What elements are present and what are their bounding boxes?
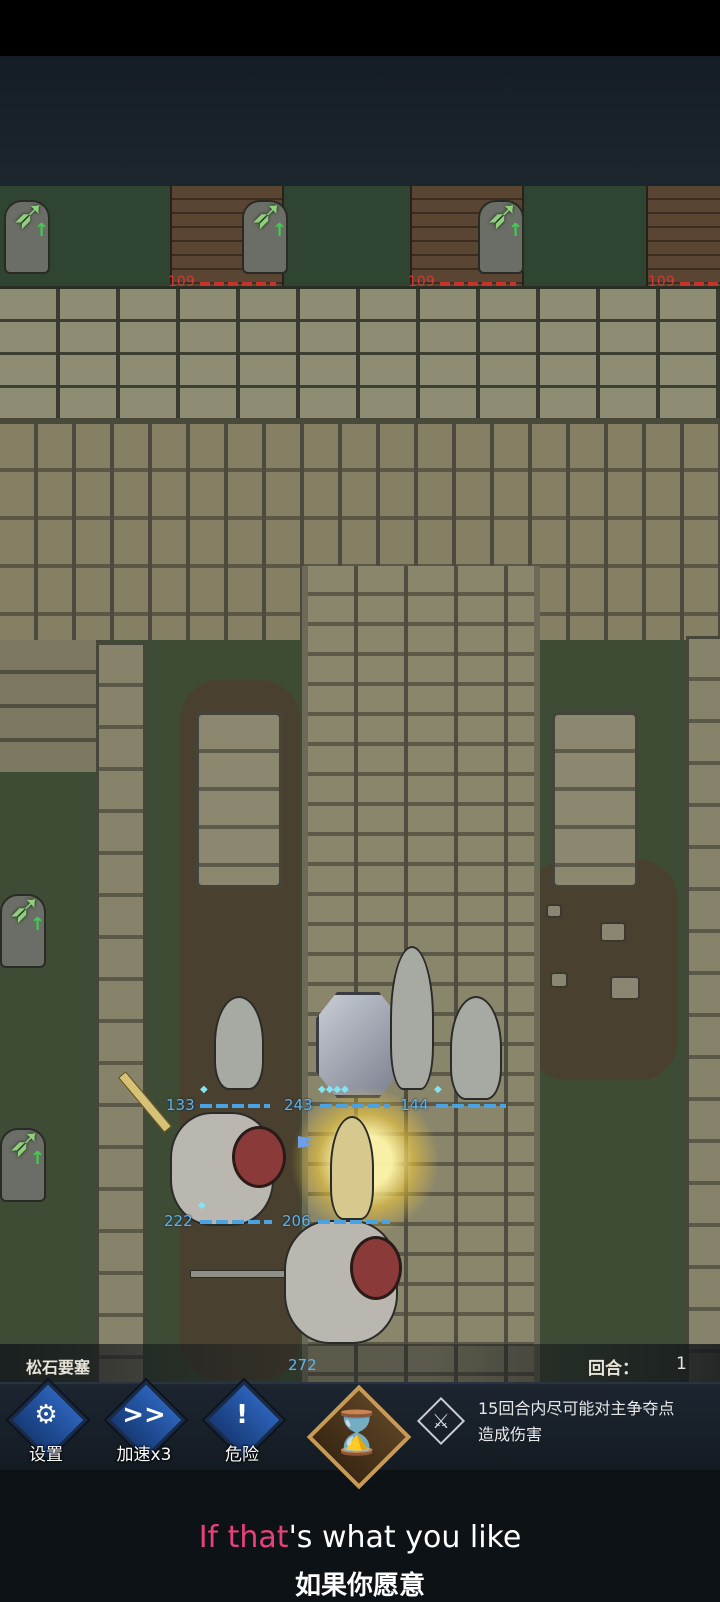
enemy-archer[interactable]: ➶ ↑: [0, 1114, 56, 1204]
buff-arrow-icon: ↑: [30, 914, 46, 935]
exclamation-icon: !: [236, 1400, 248, 1430]
dirt-patch: [528, 860, 678, 1080]
ally-hp-bar: [200, 1104, 270, 1108]
ally-hp-bar: [436, 1104, 506, 1108]
ally-lute-soldier[interactable]: [214, 996, 264, 1090]
gem-icon: ◆◆◆◆: [318, 1084, 349, 1095]
buff-arrow-icon: ↑: [30, 1148, 46, 1169]
left-wall-block: [0, 640, 100, 772]
enemy-archer[interactable]: ➶ ↑: [464, 186, 534, 276]
battlefield[interactable]: ➶ ↑ ➶ ↑ ➶ ↑ 109 109 109 ➶ ↑ ➶ ↑ 133 ◆ 24…: [0, 186, 720, 1382]
buff-arrow-icon: ↑: [272, 220, 288, 241]
round-counter: 1: [676, 1354, 687, 1374]
ally-hp-value: 243: [284, 1096, 313, 1114]
ally-hp-bar: [318, 1220, 390, 1224]
round-shield: [232, 1126, 286, 1188]
subtitle-chinese: 如果你愿意: [294, 1571, 425, 1601]
subtitle-rest: 's what you like: [288, 1520, 522, 1555]
gem-icon: ◆: [434, 1084, 442, 1095]
ally-hero[interactable]: [330, 1116, 374, 1220]
right-outer-wall: [686, 636, 720, 1382]
enemy-archer[interactable]: ➶ ↑: [228, 186, 298, 276]
objective-text: 15回合内尽可能对主争夺点 造成伤害: [478, 1396, 718, 1448]
ally-hp-value: 222: [164, 1212, 193, 1230]
rock: [610, 976, 640, 1000]
dark-backdrop: [0, 56, 720, 186]
round-label: 回合：: [588, 1359, 639, 1379]
enemy-archer[interactable]: ➶ ↑: [0, 880, 56, 970]
enemy-archer[interactable]: ➶ ↑: [0, 186, 60, 276]
ally-staff-knight[interactable]: [390, 946, 434, 1090]
end-turn-button[interactable]: ⌛: [306, 1384, 412, 1490]
ally-lute-soldier[interactable]: [450, 996, 502, 1100]
rock: [600, 922, 626, 942]
rock: [550, 972, 568, 988]
speed-button[interactable]: >> 加速x3: [98, 1380, 190, 1468]
stone-pillar: [552, 712, 638, 888]
ally-hp-value: 206: [282, 1212, 311, 1230]
speed-label: 加速x3: [116, 1445, 172, 1465]
subtitle-highlight: If that: [198, 1520, 289, 1555]
map-location-name: 松石要塞: [26, 1358, 91, 1377]
subtitle-english: If that's what you like: [0, 1520, 720, 1555]
ally-hp-value: 144: [400, 1096, 429, 1114]
ally-shield-bearer[interactable]: [316, 992, 400, 1098]
left-inner-wall: [96, 642, 146, 1382]
gem-icon: ◆: [198, 1200, 206, 1211]
buff-arrow-icon: ↑: [34, 220, 50, 241]
rock: [546, 904, 562, 918]
ally-hp-bar: [320, 1104, 390, 1108]
ally-hp-value: 272: [288, 1356, 317, 1374]
gem-icon: ◆: [200, 1084, 208, 1095]
settings-label: 设置: [29, 1445, 63, 1465]
stone-pillar: [196, 712, 282, 888]
round-shield: [350, 1236, 402, 1300]
settings-button[interactable]: ⚙ 设置: [0, 1380, 92, 1468]
hourglass-icon: ⌛: [330, 1408, 384, 1457]
objective-line-2: 造成伤害: [478, 1425, 543, 1444]
gears-icon: ⚙: [34, 1400, 58, 1430]
top-black-band: [0, 0, 720, 56]
objective-line-1: 15回合内尽可能对主争夺点: [478, 1399, 675, 1418]
buff-arrow-icon: ↑: [508, 220, 524, 241]
stone-wall-top: [0, 286, 720, 421]
archer-strip: ➶ ↑ ➶ ↑ ➶ ↑ 109 109 109: [0, 186, 720, 294]
wooden-tower: [646, 186, 720, 286]
danger-label: 危险: [225, 1445, 259, 1465]
fast-forward-icon: >>: [122, 1400, 166, 1430]
ally-hp-bar: [200, 1220, 272, 1224]
ally-hp-value: 133: [166, 1096, 195, 1114]
danger-button[interactable]: ! 危险: [196, 1380, 288, 1468]
